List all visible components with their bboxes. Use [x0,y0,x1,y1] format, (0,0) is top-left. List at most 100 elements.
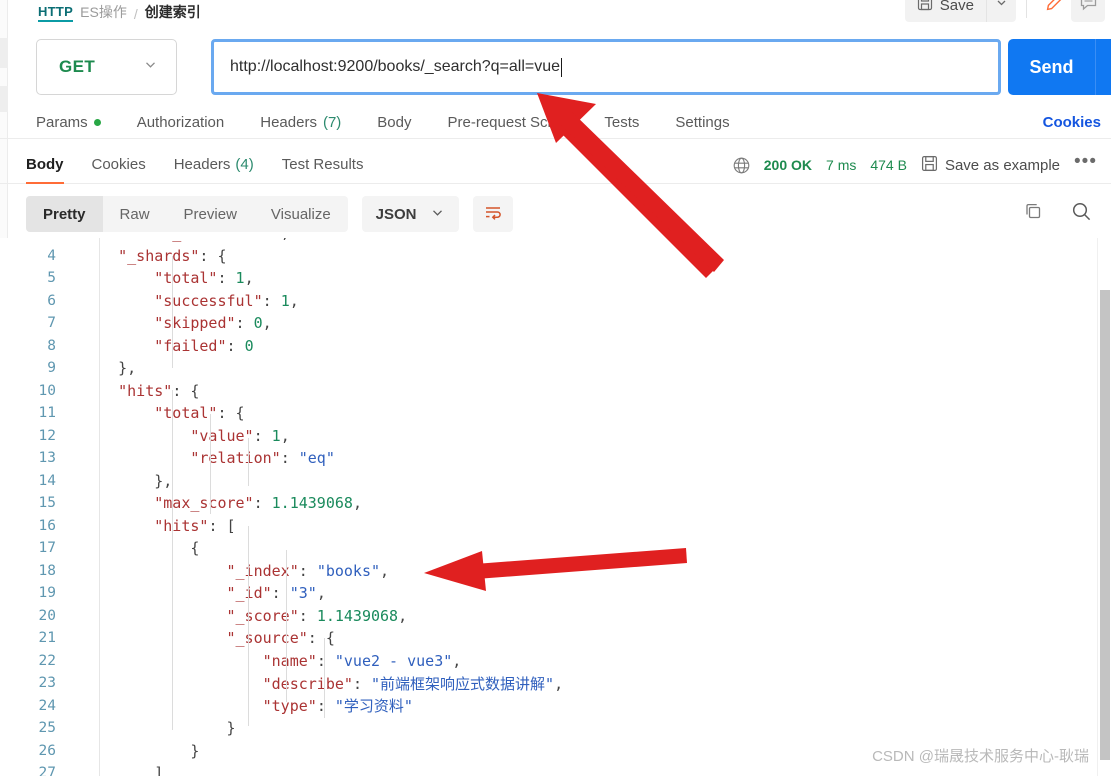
send-button[interactable]: Send [1008,39,1095,95]
line-number: 22 [38,652,56,669]
line-number: 7 [47,315,56,332]
word-wrap-icon [483,202,503,227]
indent-guide [172,256,173,368]
http-method-label: GET [59,57,96,76]
save-dropdown-button[interactable] [986,0,1016,22]
line-number: 4 [47,247,56,264]
tab-label: Authorization [136,113,225,131]
http-method-select[interactable]: GET [36,39,177,95]
tab-label: Settings [675,113,730,131]
line-number: 11 [38,405,56,422]
tab-pre-request-script[interactable]: Pre-request Script [448,114,569,131]
code-text: "_source": { [226,629,335,648]
response-tab-body[interactable]: Body [26,146,64,184]
cookies-link[interactable]: Cookies [1043,106,1101,139]
save-as-example-button[interactable]: Save as example [921,155,1060,176]
save-label: Save [939,0,974,14]
code-text: { [190,539,200,558]
more-options-button[interactable]: ••• [1074,151,1103,179]
code-line: 19 "_id": "3", [0,582,1111,605]
tab-label: Body [26,156,64,173]
line-number: 12 [38,427,56,444]
tab-body[interactable]: Body [377,114,411,131]
globe-icon[interactable] [732,156,751,175]
code-lines: 3 "timed_out": false,4 "_shards": {5 "to… [0,238,1111,776]
tab-count: (7) [322,113,342,131]
response-tab-test-results[interactable]: Test Results [282,146,364,184]
line-number: 17 [38,540,56,557]
chevron-down-icon [430,205,445,224]
send-dropdown-button[interactable] [1095,39,1111,95]
code-line: 9 }, [0,357,1111,380]
code-text: } [190,741,200,760]
code-line: 25 } [0,717,1111,740]
tab-label: Body [377,113,412,131]
search-button[interactable] [1070,200,1093,228]
code-text: ] [154,764,164,776]
floppy-disk-icon [917,0,933,15]
comment-button[interactable] [1071,0,1105,22]
response-tab-cookies[interactable]: Cookies [92,146,146,184]
code-text: "_id": "3", [226,584,326,603]
response-tools [1023,190,1093,238]
code-text: }, [154,471,173,490]
language-select[interactable]: JSON [361,196,459,232]
word-wrap-button[interactable] [472,196,513,232]
scrollbar-thumb[interactable] [1100,290,1110,760]
breadcrumb-current[interactable]: 创建索引 [145,2,201,22]
indent-guide [248,438,249,486]
tab-settings[interactable]: Settings [675,114,729,131]
code-text: "failed": 0 [154,336,254,355]
line-number: 13 [38,450,56,467]
code-text: "successful": 1, [154,291,299,310]
tab-label: Headers [173,156,231,173]
response-meta: 200 OK 7 ms 474 B Save as example ••• [732,146,1103,184]
code-text: "name": "vue2 - vue3", [262,651,462,670]
code-line: 12 "value": 1, [0,425,1111,448]
line-number: 21 [38,630,56,647]
line-number: 18 [38,562,56,579]
code-line: 21 "_source": { [0,627,1111,650]
response-body-code[interactable]: 3 "timed_out": false,4 "_shards": {5 "to… [0,238,1111,776]
tab-params[interactable]: Params [36,114,101,131]
code-line: 13 "relation": "eq" [0,447,1111,470]
tab-tests[interactable]: Tests [604,114,639,131]
breadcrumb-collection[interactable]: ES操作 [80,2,127,22]
tab-count: (4) [235,156,254,173]
indent-guide [286,550,287,702]
code-text: } [226,719,236,738]
send-group: Send [1008,39,1111,95]
breadcrumb-protocol[interactable]: HTTP [38,4,74,22]
response-view-switcher: Pretty Raw Preview Visualize [26,196,348,232]
line-number: 10 [38,382,56,399]
code-text: "skipped": 0, [154,314,272,333]
chevron-down-icon [995,0,1008,14]
floppy-disk-icon [921,155,938,176]
breadcrumb-separator: / [133,6,138,22]
save-button[interactable]: Save [904,0,986,22]
view-pretty[interactable]: Pretty [26,196,103,232]
view-preview[interactable]: Preview [167,196,254,232]
line-number: 26 [38,742,56,759]
response-format-toolbar: Pretty Raw Preview Visualize JSON [0,190,1111,238]
edit-button[interactable] [1037,0,1071,22]
response-time: 7 ms [826,157,857,173]
copy-button[interactable] [1023,201,1044,227]
view-visualize[interactable]: Visualize [254,196,348,232]
code-text: "relation": "eq" [190,449,335,468]
tab-label: Cookies [91,156,146,173]
tab-label: Test Results [281,156,364,173]
code-line: 20 "_score": 1.1439068, [0,605,1111,628]
vertical-scrollbar[interactable] [1097,238,1111,776]
code-text: "max_score": 1.1439068, [154,494,362,513]
code-line: 8 "failed": 0 [0,335,1111,358]
line-number: 14 [38,472,56,489]
indent-guide [248,526,249,726]
view-raw[interactable]: Raw [103,196,167,232]
tab-headers[interactable]: Headers (7) [260,114,341,131]
response-tab-headers[interactable]: Headers (4) [174,146,254,184]
code-line: 15 "max_score": 1.1439068, [0,492,1111,515]
url-input[interactable]: http://localhost:9200/books/_search?q=al… [211,39,1001,95]
tab-authorization[interactable]: Authorization [137,114,225,131]
code-text: }, [118,359,137,378]
